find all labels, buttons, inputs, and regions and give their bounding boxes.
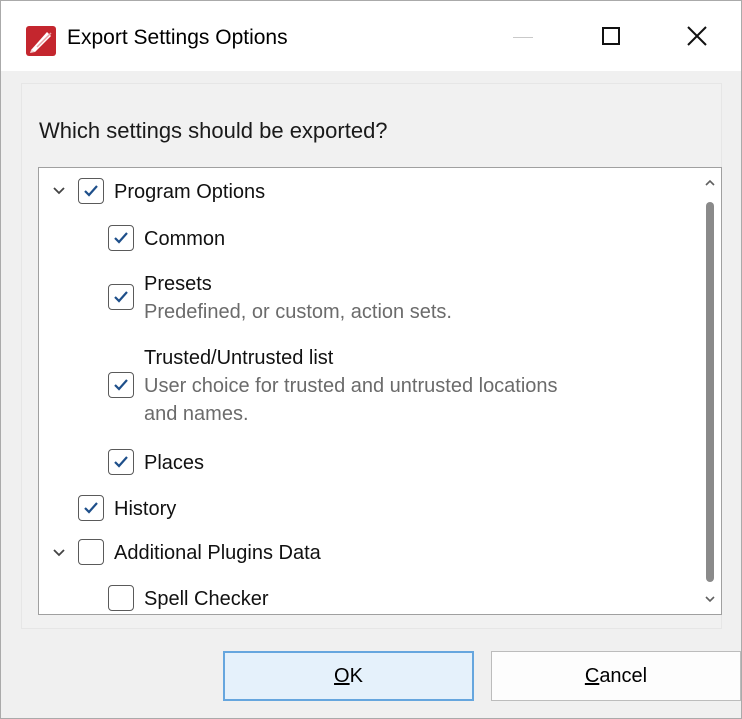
checkbox-additional-plugins-data[interactable] xyxy=(78,539,104,565)
chevron-down-icon[interactable] xyxy=(50,182,68,200)
tree-item-description: and names. xyxy=(144,403,249,425)
tree-item-label: Common xyxy=(144,228,226,250)
scroll-down-arrow-icon[interactable] xyxy=(703,590,717,608)
tree-item-label: Places xyxy=(144,452,205,474)
tree-item-spell-checker[interactable]: Spell Checker xyxy=(108,585,269,613)
tree-item-label: Program Options xyxy=(114,181,266,203)
tree-item-label: History xyxy=(114,498,177,520)
tree-item-label: Spell Checker xyxy=(144,588,269,610)
ok-access-key: O xyxy=(334,664,350,687)
tree-item-label: Trusted/Untrusted list xyxy=(144,347,334,369)
export-settings-dialog: Export Settings Options Which settings s… xyxy=(0,0,742,719)
pdf-editor-app-icon xyxy=(25,25,57,57)
cancel-button[interactable]: Cancel xyxy=(491,651,741,701)
chevron-down-icon[interactable] xyxy=(50,544,68,562)
checkbox-trusted-untrusted[interactable] xyxy=(108,372,134,398)
tree-item-history[interactable]: History xyxy=(78,495,176,523)
checkbox-common[interactable] xyxy=(108,225,134,251)
cancel-label: ancel xyxy=(599,664,648,687)
tree-item-program-options[interactable]: Program Options xyxy=(78,178,265,206)
checkbox-history[interactable] xyxy=(78,495,104,521)
checkbox-places[interactable] xyxy=(108,449,134,475)
tree-item-presets[interactable]: Presets Predefined, or custom, action se… xyxy=(108,270,452,326)
tree-item-trusted-untrusted[interactable]: Trusted/Untrusted list User choice for t… xyxy=(108,344,558,428)
tree-item-common[interactable]: Common xyxy=(108,225,225,253)
tree-item-additional-plugins-data[interactable]: Additional Plugins Data xyxy=(78,539,321,567)
checkbox-spell-checker[interactable] xyxy=(108,585,134,611)
minimize-button[interactable] xyxy=(479,1,567,71)
cancel-access-key: C xyxy=(584,664,600,687)
ok-button[interactable]: OK xyxy=(223,651,474,701)
tree-item-description: User choice for trusted and untrusted lo… xyxy=(144,375,558,397)
maximize-icon xyxy=(602,27,620,45)
minimize-icon xyxy=(513,36,533,38)
tree-item-label: Presets xyxy=(144,273,212,295)
title-bar: Export Settings Options xyxy=(1,1,741,71)
tree-item-description: Predefined, or custom, action sets. xyxy=(144,301,452,323)
ok-label: K xyxy=(349,664,363,687)
close-icon xyxy=(687,26,707,46)
scroll-up-arrow-icon[interactable] xyxy=(703,174,717,192)
checkbox-presets[interactable] xyxy=(108,284,134,310)
tree-item-label: Additional Plugins Data xyxy=(114,542,321,564)
scrollbar-thumb[interactable] xyxy=(706,202,714,582)
prompt-heading: Which settings should be exported? xyxy=(39,118,388,143)
checkbox-program-options[interactable] xyxy=(78,178,104,204)
maximize-button[interactable] xyxy=(567,1,655,71)
window-title: Export Settings Options xyxy=(67,26,288,49)
vertical-scrollbar[interactable] xyxy=(703,172,717,610)
close-button[interactable] xyxy=(653,1,741,71)
tree-item-places[interactable]: Places xyxy=(108,449,204,477)
settings-tree[interactable]: Program Options Common Presets Predefine… xyxy=(38,167,722,615)
